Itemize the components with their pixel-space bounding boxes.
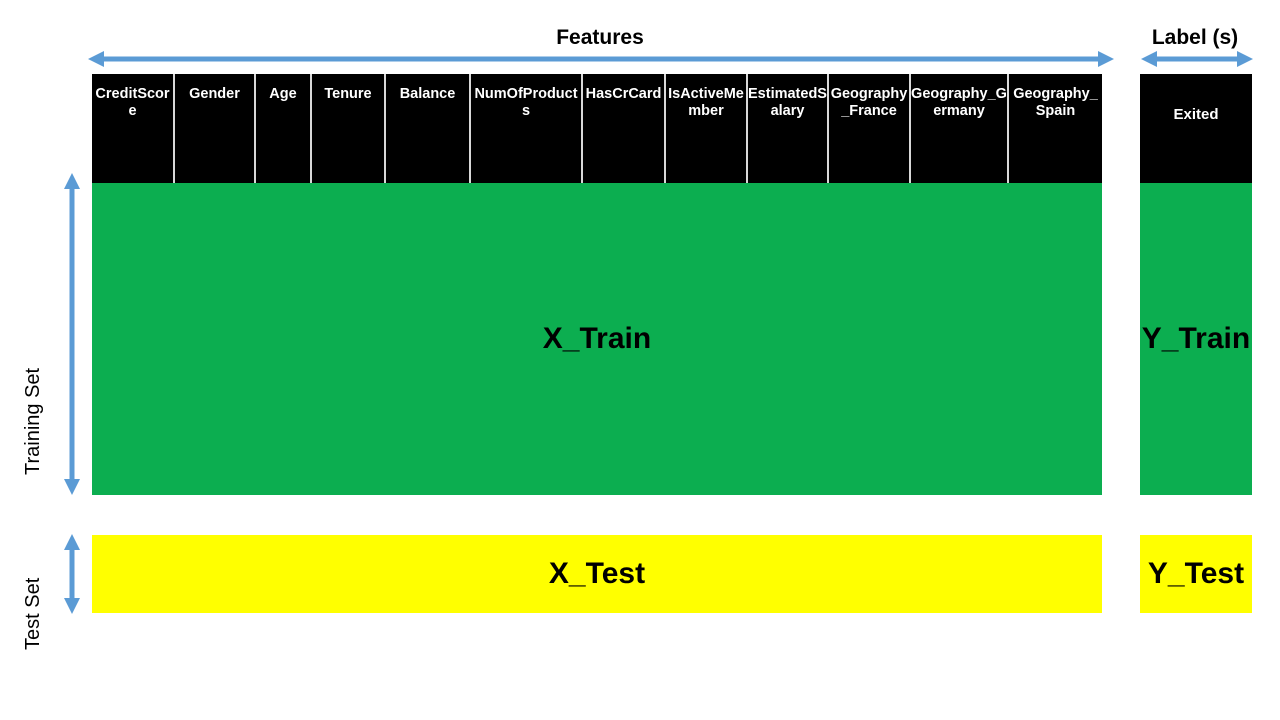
training-set-span-arrow-icon [63,173,81,495]
feature-column-header: Balance [386,74,471,183]
feature-column-header: Gender [175,74,256,183]
feature-column-header: Tenure [312,74,386,183]
feature-column-header: CreditScore [92,74,175,183]
x-train-block: X_Train [92,183,1102,495]
feature-column-header: HasCrCard [583,74,666,183]
training-set-label: Training Set [22,367,44,475]
feature-column-header: EstimatedSalary [748,74,829,183]
labels-span-arrow-icon [1141,50,1253,68]
y-train-block: Y_Train [1140,183,1252,495]
label-column-header: Exited [1140,74,1252,183]
y-test-block: Y_Test [1140,535,1252,613]
labels-section-title: Label (s) [1151,26,1239,49]
feature-column-header: NumOfProducts [471,74,583,183]
features-section-title: Features [556,26,644,49]
features-span-arrow-icon [88,50,1114,68]
diagram-canvas: Features Label (s) Training Set Test Set… [0,0,1280,720]
feature-column-header: Geography_France [829,74,911,183]
feature-column-header: IsActiveMember [666,74,748,183]
y-test-label: Y_Test [1147,557,1245,590]
test-set-span-arrow-icon [63,534,81,614]
y-train-label: Y_Train [1141,322,1251,355]
feature-column-header: Geography_Germany [911,74,1009,183]
x-test-block: X_Test [92,535,1102,613]
test-set-label: Test Set [22,577,44,650]
feature-column-header: Geography_Spain [1009,74,1102,183]
x-test-label: X_Test [548,557,646,590]
feature-column-header: Age [256,74,312,183]
feature-header-row: CreditScore Gender Age Tenure Balance NumOfPr… [92,74,1102,183]
x-train-label: X_Train [542,322,652,355]
